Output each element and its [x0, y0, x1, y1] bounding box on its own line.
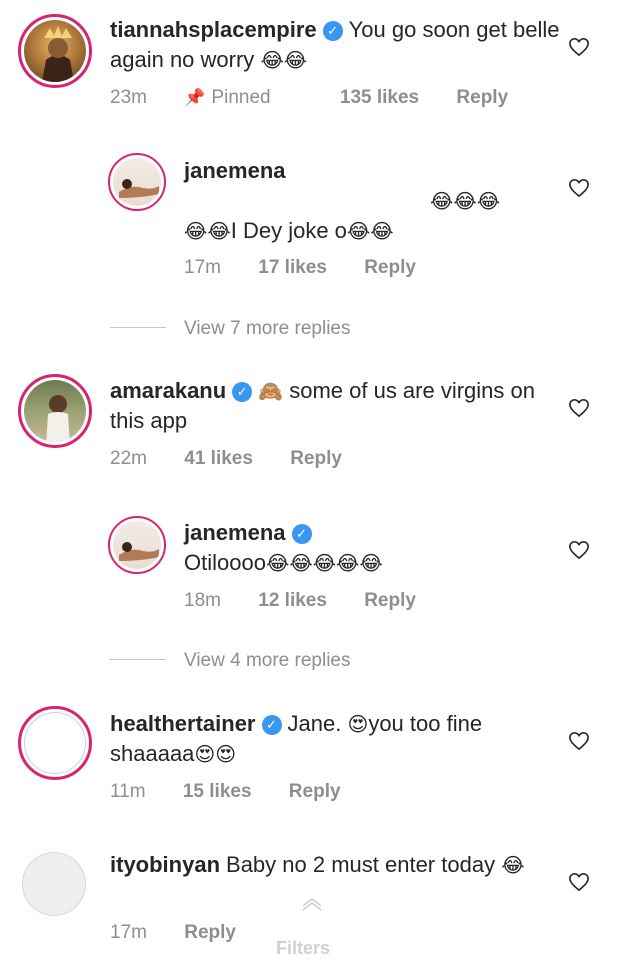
comment-meta: 23m 📌 Pinned 135 likes Reply — [110, 87, 540, 109]
emoji: 😂 — [501, 853, 525, 877]
reply-button[interactable]: Reply — [456, 87, 508, 108]
chevron-up-icon[interactable] — [300, 894, 324, 912]
divider — [110, 327, 166, 328]
divider — [110, 659, 166, 660]
username[interactable]: amarakanu — [110, 378, 226, 403]
username[interactable]: healthertainer — [110, 711, 256, 736]
username[interactable]: janemena — [184, 158, 286, 183]
heart-outline-icon[interactable] — [568, 398, 590, 418]
comment-meta: 22m 41 likes Reply — [110, 448, 374, 470]
comment-meta: 17m 17 likes Reply — [184, 257, 448, 279]
emoji: 🙈 — [258, 379, 284, 403]
username[interactable]: ityobinyan — [110, 852, 220, 877]
timestamp: 18m — [184, 590, 221, 611]
comment-text: Baby no 2 must enter today — [226, 852, 496, 877]
view-more-replies-button[interactable]: View 4 more replies — [110, 650, 351, 672]
reply-button[interactable]: Reply — [364, 257, 416, 278]
likes-count[interactable]: 15 likes — [183, 781, 252, 802]
heart-outline-icon[interactable] — [568, 731, 590, 751]
avatar[interactable] — [108, 153, 166, 211]
verified-badge-icon: ✓ — [261, 715, 282, 735]
username[interactable]: tiannahsplacempire — [110, 17, 317, 42]
likes-count[interactable]: 135 likes — [340, 87, 419, 108]
emoji: 😂😂 — [184, 219, 231, 243]
emoji: 😂😂😂😂😂 — [265, 551, 383, 575]
reply-button[interactable]: Reply — [289, 781, 341, 802]
emoji: 😂😂😂 — [430, 189, 501, 213]
reply-button[interactable]: Reply — [184, 922, 236, 943]
verified-badge-icon: ✓ — [322, 21, 343, 41]
pinned-label: 📌 Pinned — [184, 87, 271, 108]
avatar[interactable] — [18, 706, 92, 780]
timestamp: 11m — [110, 781, 146, 802]
avatar[interactable] — [18, 374, 92, 448]
filters-button[interactable]: Filters — [276, 938, 330, 959]
timestamp: 17m — [184, 257, 221, 278]
likes-count[interactable]: 41 likes — [184, 448, 253, 469]
emoji: 😂😂 — [346, 219, 394, 243]
pin-icon: 📌 — [184, 88, 206, 107]
emoji: 😍 — [347, 712, 369, 736]
emoji: 😍😍 — [194, 742, 237, 766]
view-more-replies-button[interactable]: View 7 more replies — [110, 318, 351, 340]
heart-outline-icon[interactable] — [568, 540, 590, 560]
avatar[interactable] — [18, 14, 92, 88]
comment-meta: 11m 15 likes Reply — [110, 781, 373, 803]
verified-badge-icon: ✓ — [232, 382, 253, 402]
avatar[interactable] — [22, 852, 86, 916]
emoji: 😂😂 — [260, 48, 308, 72]
comment-text: Otiloooo — [184, 550, 266, 575]
timestamp: 22m — [110, 448, 147, 469]
verified-badge-icon: ✓ — [291, 524, 312, 544]
reply-button[interactable]: Reply — [364, 590, 416, 611]
heart-outline-icon[interactable] — [568, 872, 590, 892]
comment-text: Jane. — [287, 711, 342, 736]
heart-outline-icon[interactable] — [568, 37, 590, 57]
username[interactable]: janemena — [184, 520, 286, 545]
comment-meta: 17m Reply — [110, 922, 268, 944]
timestamp: 17m — [110, 922, 147, 943]
avatar[interactable] — [108, 516, 166, 574]
reply-button[interactable]: Reply — [290, 448, 342, 469]
likes-count[interactable]: 17 likes — [258, 257, 327, 278]
likes-count[interactable]: 12 likes — [258, 590, 327, 611]
timestamp: 23m — [110, 87, 147, 108]
comment-meta: 18m 12 likes Reply — [184, 590, 448, 612]
comment-text: I Dey joke o — [230, 218, 347, 243]
heart-outline-icon[interactable] — [568, 178, 590, 198]
